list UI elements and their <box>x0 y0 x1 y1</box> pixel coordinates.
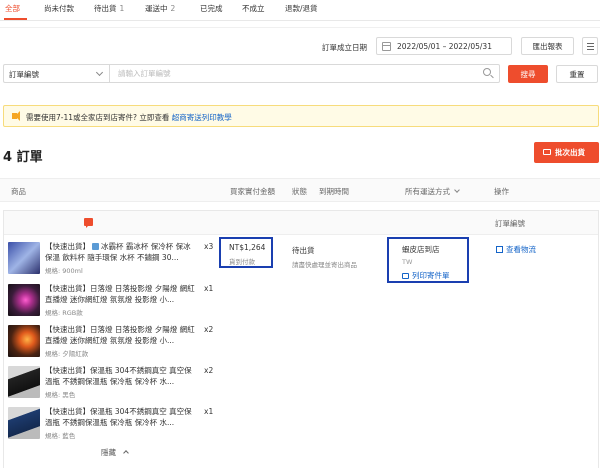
search-input[interactable] <box>109 64 500 83</box>
tab-shipping[interactable]: 運送中 2 <box>145 3 175 14</box>
product-thumbnail[interactable] <box>8 325 40 357</box>
print-waybill-label: 列印寄件單 <box>412 271 450 280</box>
order-number-label: 訂單編號 <box>495 219 525 228</box>
product-name[interactable]: 【快速出貨】保溫瓶 304不銹鋼真空 真空保溫瓶 不銹鋼保溫瓶 保冷瓶 保冷杯 … <box>45 366 197 388</box>
amount-value: NT$1,264 <box>229 243 266 252</box>
payment-method: 貨到付款 <box>229 258 255 266</box>
column-deadline: 到期時間 <box>319 187 349 196</box>
notice-message: 需要使用7-11或全家店到店寄件? 立即查看 <box>26 113 170 122</box>
product-spec: 規格: 900ml <box>45 267 83 275</box>
product-qty: x1 <box>204 407 214 416</box>
search-field-value: 訂單編號 <box>9 70 39 79</box>
chat-icon[interactable] <box>84 218 93 228</box>
reset-button[interactable]: 重置 <box>556 65 598 83</box>
order-item: 【快速出貨】保溫瓶 304不銹鋼真空 真空保溫瓶 不銹鋼保溫瓶 保冷瓶 保冷杯 … <box>8 366 218 404</box>
cube-icon <box>92 243 99 250</box>
order-item: 【快速出貨】日落燈 日落投影燈 夕陽燈 網紅直播燈 迷你網紅燈 氛氛燈 投影燈 … <box>8 284 218 322</box>
column-product: 商品 <box>11 187 26 196</box>
menu-icon <box>587 43 594 44</box>
shipping-carrier: 蝦皮店到店 <box>402 245 440 254</box>
divider <box>0 27 600 28</box>
product-name[interactable]: 【快速出貨】日落燈 日落投影燈 夕陽燈 網紅直播燈 迷你網紅燈 氛氛燈 投影燈 … <box>45 325 197 347</box>
tab-to-ship[interactable]: 待出貨 1 <box>94 3 124 14</box>
column-status: 狀態 <box>292 187 307 196</box>
truck-icon <box>543 149 551 155</box>
batch-ship-label: 批次出貨 <box>555 148 585 157</box>
order-item: 【快速出貨】日落燈 日落投影燈 夕陽燈 網紅直播燈 迷你網紅燈 氛氛燈 投影燈 … <box>8 325 218 363</box>
shipping-region: TW <box>402 258 413 266</box>
date-filter-label: 訂單成立日期 <box>322 43 367 52</box>
menu-icon-line <box>587 49 594 50</box>
order-status: 待出貨 <box>292 246 315 255</box>
shipping-info: 蝦皮店到店 TW 列印寄件單 <box>387 237 469 283</box>
product-spec: 規格: RGB款 <box>45 309 83 317</box>
logistics-icon <box>496 246 503 253</box>
column-amount: 買家實付金額 <box>230 187 275 196</box>
tab-return-refund[interactable]: 退款/退貨 <box>285 3 318 14</box>
print-tutorial-link[interactable]: 超商寄送列印教學 <box>172 113 232 122</box>
column-shipping[interactable]: 所有運送方式 <box>405 186 460 197</box>
product-thumbnail[interactable] <box>8 242 40 274</box>
speaker-icon <box>12 111 20 121</box>
product-qty: x1 <box>204 284 214 293</box>
search-field-select[interactable]: 訂單編號 <box>3 64 109 83</box>
collapse-label: 隱藏 <box>101 448 116 457</box>
product-name-prefix: 【快速出貨】 <box>45 242 90 251</box>
batch-ship-button[interactable]: 批次出貨 <box>534 142 599 163</box>
active-tab-indicator <box>4 18 27 20</box>
product-spec: 規格: 黑色 <box>45 391 76 399</box>
notice-banner: 需要使用7-11或全家店到店寄件? 立即查看 超商寄送列印教學 <box>3 105 599 127</box>
product-name[interactable]: 【快速出貨】 冰霸杯 霸冰杯 保冷杯 保冰保溫 飲料杯 隨手環保 水杯 不鏽鋼 3… <box>45 242 197 264</box>
product-name[interactable]: 【快速出貨】日落燈 日落投影燈 夕陽燈 網紅直播燈 迷你網紅燈 氛氛燈 投影燈 … <box>45 284 197 306</box>
collapse-toggle[interactable]: 隱藏 <box>101 447 129 458</box>
search-button[interactable]: 搜尋 <box>508 65 548 83</box>
view-logistics-link[interactable]: 查看物流 <box>496 244 536 255</box>
shipping-filter-label: 所有運送方式 <box>405 187 450 196</box>
print-waybill-button[interactable]: 列印寄件單 <box>402 270 450 281</box>
product-thumbnail[interactable] <box>8 366 40 398</box>
product-thumbnail[interactable] <box>8 407 40 439</box>
product-qty: x2 <box>204 366 214 375</box>
tab-cancelled[interactable]: 不成立 <box>242 3 265 14</box>
product-qty: x2 <box>204 325 214 334</box>
tab-completed[interactable]: 已完成 <box>200 3 223 14</box>
tab-unpaid[interactable]: 尚未付款 <box>44 3 74 14</box>
product-spec: 規格: 藍色 <box>45 432 76 440</box>
chevron-down-icon <box>95 68 104 77</box>
calendar-icon <box>382 42 391 51</box>
order-card-header: 訂單編號 <box>4 211 598 235</box>
date-range-value: 2022/05/01 – 2022/05/31 <box>397 42 492 51</box>
orders-count-title: 4 訂單 <box>3 150 43 165</box>
more-menu-button[interactable] <box>582 37 598 55</box>
product-spec: 規格: 夕陽紅款 <box>45 350 89 358</box>
printer-icon <box>402 273 409 279</box>
product-qty: x3 <box>204 242 214 251</box>
order-status-tabs: 全部 尚未付款 待出貨 1 運送中 2 已完成 不成立 退款/退貨 <box>0 0 600 21</box>
notice-text: 需要使用7-11或全家店到店寄件? 立即查看 超商寄送列印教學 <box>26 112 232 123</box>
order-item: 【快速出貨】保溫瓶 304不銹鋼真空 真空保溫瓶 不銹鋼保溫瓶 保冷瓶 保冷杯 … <box>8 407 218 445</box>
export-report-button[interactable]: 匯出報表 <box>521 37 574 55</box>
chevron-up-icon <box>123 450 129 456</box>
product-name[interactable]: 【快速出貨】保溫瓶 304不銹鋼真空 真空保溫瓶 不銹鋼保溫瓶 保冷瓶 保冷杯 … <box>45 407 197 429</box>
menu-icon-line <box>587 46 594 47</box>
view-logistics-label: 查看物流 <box>506 245 536 254</box>
table-header: 商品 買家實付金額 狀態 到期時間 所有運送方式 操作 <box>0 178 600 202</box>
order-item: 【快速出貨】 冰霸杯 霸冰杯 保冷杯 保冰保溫 飲料杯 隨手環保 水杯 不鏽鋼 3… <box>8 242 218 280</box>
column-action: 操作 <box>494 187 509 196</box>
date-range-picker[interactable]: 2022/05/01 – 2022/05/31 <box>376 37 512 55</box>
order-amount: NT$1,264 貨到付款 <box>219 237 273 268</box>
tab-all[interactable]: 全部 <box>5 3 20 14</box>
status-note: 請盡快處理並寄出商品 <box>292 261 357 269</box>
chevron-down-icon <box>454 187 460 193</box>
product-thumbnail[interactable] <box>8 284 40 316</box>
search-icon <box>483 68 491 76</box>
